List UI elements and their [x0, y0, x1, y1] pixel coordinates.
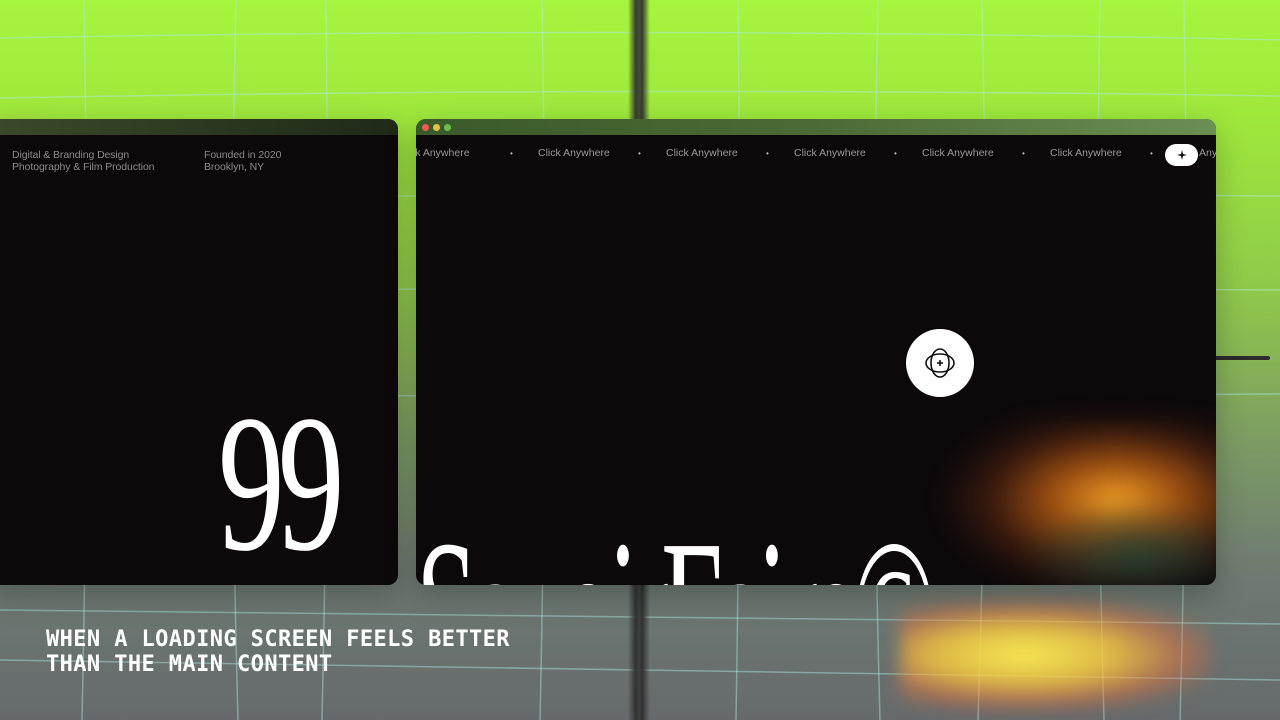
service-line-2: Photography & Film Production — [12, 161, 155, 173]
click-anywhere-ticker[interactable]: ck Anywhere • Click Anywhere • Click Any… — [416, 147, 1216, 161]
ticker-item[interactable]: Click Anywhere — [666, 147, 766, 159]
ticker-item[interactable]: Click Anywhere — [1050, 147, 1150, 159]
teal-glow — [1016, 499, 1216, 585]
ticker-dot: • — [1022, 148, 1025, 158]
sparkle-icon — [1176, 150, 1187, 160]
ticker-item[interactable]: Click Anywhere — [794, 147, 894, 159]
meme-caption: WHEN A LOADING SCREEN FEELS BETTER THAN … — [46, 627, 510, 677]
studio-info-text: Founded in 2020 Brooklyn, NY — [204, 149, 281, 173]
sparkle-pill-button[interactable] — [1165, 144, 1198, 166]
yellow-glow-bottom — [900, 600, 1210, 710]
service-line-1: Digital & Branding Design — [12, 149, 130, 161]
ticker-item[interactable]: Click Anywhere — [922, 147, 1022, 159]
orbit-globe-icon — [925, 348, 955, 378]
enter-site-button[interactable] — [906, 329, 974, 397]
ticker-dot: • — [894, 148, 897, 158]
ticker-dot: • — [766, 148, 769, 158]
ticker-item[interactable]: ck Anywhere — [416, 147, 510, 159]
brand-wordmark: SavoirFaire© — [416, 509, 936, 586]
ticker-dot: • — [638, 148, 641, 158]
right-browser-window: ck Anywhere • Click Anywhere • Click Any… — [416, 119, 1216, 585]
loading-percentage: 99 — [218, 375, 344, 592]
left-window-titlebar — [0, 119, 398, 135]
minimize-window-dot[interactable] — [433, 124, 440, 131]
right-window-titlebar — [416, 119, 1216, 135]
maximize-window-dot[interactable] — [444, 124, 451, 131]
location-line: Brooklyn, NY — [204, 161, 265, 173]
caption-line-2: THAN THE MAIN CONTENT — [46, 652, 333, 677]
close-window-dot[interactable] — [422, 124, 429, 131]
services-text: Digital & Branding Design Photography & … — [12, 149, 155, 173]
founded-line: Founded in 2020 — [204, 149, 282, 161]
ticker-dot: • — [510, 148, 513, 158]
left-browser-window: Digital & Branding Design Photography & … — [0, 119, 398, 585]
ticker-item-cut[interactable]: Any — [1199, 147, 1216, 159]
caption-line-1: WHEN A LOADING SCREEN FEELS BETTER — [46, 627, 510, 652]
ticker-item[interactable]: Click Anywhere — [538, 147, 638, 159]
